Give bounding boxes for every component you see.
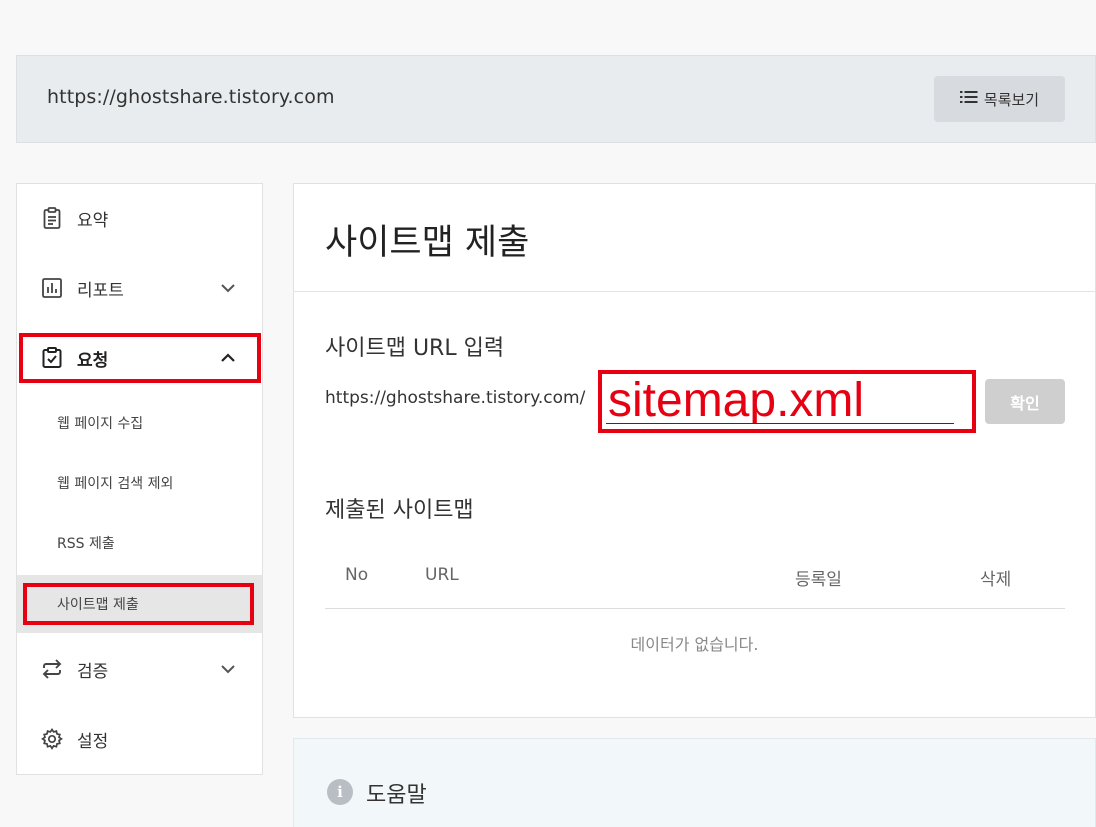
annotation-box-request bbox=[19, 333, 261, 383]
gear-icon bbox=[39, 726, 65, 752]
sidebar-item-label: 요약 bbox=[77, 210, 109, 231]
confirm-button[interactable]: 확인 bbox=[985, 379, 1065, 424]
sitemap-url-input[interactable] bbox=[606, 378, 954, 424]
table-header-url: URL bbox=[425, 565, 459, 585]
main-panel: 사이트맵 제출 사이트맵 URL 입력 https://ghostshare.t… bbox=[293, 183, 1096, 718]
table-header-date: 등록일 bbox=[795, 570, 842, 590]
sidebar-subitem-web-page-collect[interactable]: 웹 페이지 수집 bbox=[17, 395, 262, 451]
submitted-sitemaps-label: 제출된 사이트맵 bbox=[325, 498, 474, 523]
help-panel: i 도움말 bbox=[293, 738, 1096, 827]
sidebar-subitem-label: 웹 페이지 수집 bbox=[57, 416, 144, 432]
sidebar-subitem-rss-submit[interactable]: RSS 제출 bbox=[17, 515, 262, 571]
sidebar-item-settings[interactable]: 설정 bbox=[17, 714, 262, 764]
list-icon bbox=[959, 89, 978, 109]
sidebar-item-label: 설정 bbox=[77, 731, 109, 752]
sidebar-subitem-label: 웹 페이지 검색 제외 bbox=[57, 476, 174, 492]
bar-chart-icon bbox=[39, 275, 65, 301]
page-title: 사이트맵 제출 bbox=[325, 223, 530, 263]
help-label[interactable]: 도움말 bbox=[366, 777, 427, 809]
sidebar-subitem-web-page-exclude[interactable]: 웹 페이지 검색 제외 bbox=[17, 455, 262, 511]
table-header-no: No bbox=[345, 565, 369, 585]
site-header: https://ghostshare.tistory.com 목록보기 bbox=[16, 55, 1096, 143]
sidebar-item-label: 리포트 bbox=[77, 280, 124, 301]
empty-table-message: 데이터가 없습니다. bbox=[630, 635, 759, 654]
sidebar: 요약 리포트 요청 웹 페이지 수집 웹 페이지 검색 제외 RSS 제출 사이… bbox=[16, 183, 263, 775]
sitemap-url-input-label: 사이트맵 URL 입력 bbox=[325, 336, 505, 361]
list-view-label: 목록보기 bbox=[983, 90, 1040, 109]
annotation-box-sitemap bbox=[23, 583, 254, 625]
table-divider bbox=[325, 608, 1065, 609]
swap-icon bbox=[39, 656, 65, 682]
chevron-down-icon bbox=[220, 280, 236, 296]
sidebar-subitem-label: RSS 제출 bbox=[57, 536, 115, 552]
url-prefix: https://ghostshare.tistory.com/ bbox=[325, 388, 586, 408]
sidebar-item-label: 검증 bbox=[77, 661, 109, 682]
chevron-down-icon bbox=[220, 661, 236, 677]
table-header-delete: 삭제 bbox=[980, 570, 1012, 590]
list-view-button[interactable]: 목록보기 bbox=[934, 76, 1065, 122]
sidebar-item-verify[interactable]: 검증 bbox=[17, 644, 262, 694]
sidebar-item-summary[interactable]: 요약 bbox=[17, 193, 262, 243]
sidebar-item-report[interactable]: 리포트 bbox=[17, 263, 262, 313]
clipboard-icon bbox=[39, 205, 65, 231]
info-icon: i bbox=[327, 779, 353, 805]
divider bbox=[294, 291, 1095, 292]
site-url: https://ghostshare.tistory.com bbox=[47, 86, 335, 108]
